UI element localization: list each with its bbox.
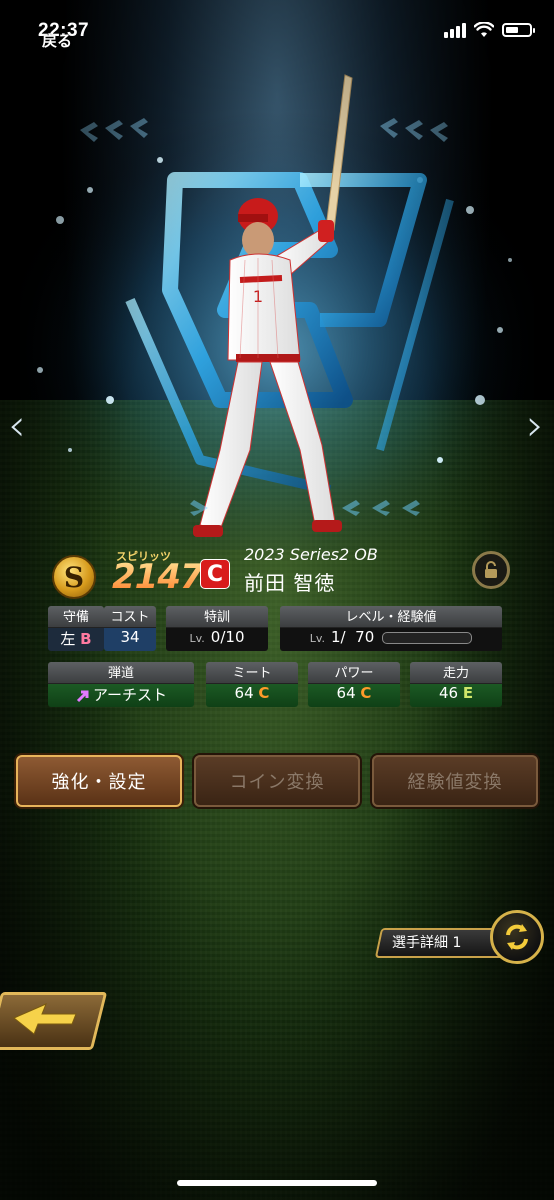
back-arrow-icon [13, 1003, 77, 1035]
back-label: 戻る [42, 32, 73, 50]
special-training-stat: 特訓 Lv. 0/10 [166, 606, 268, 651]
lock-toggle-button[interactable] [472, 551, 510, 589]
speed-label: 走力 [410, 662, 502, 684]
trajectory-label: 弾道 [48, 662, 194, 684]
trajectory-value: アーチスト [48, 684, 194, 707]
team-logo-icon: C [200, 559, 230, 589]
home-indicator[interactable] [177, 1180, 377, 1186]
exp-progress-bar [382, 631, 473, 644]
special-training-label: 特訓 [166, 606, 268, 628]
power-label: パワー [308, 662, 400, 684]
player-card-art: 1 [20, 74, 534, 550]
status-bar: 22:37 [0, 0, 554, 64]
wifi-icon [474, 22, 494, 37]
meet-label: ミート [206, 662, 298, 684]
cost-label: コスト [104, 606, 156, 628]
defense-value: 左 B [48, 628, 104, 651]
battery-icon [502, 23, 535, 37]
app-screen: 1 22:37 ‹ › S 2147 C 2023 Series2 OB 前田 … [0, 0, 554, 1200]
speed-stat: 走力 46 E [410, 662, 502, 707]
cellular-signal-icon [444, 22, 466, 38]
exp-exchange-button[interactable]: 経験値変換 [372, 755, 538, 807]
trajectory-stat: 弾道 アーチスト [48, 662, 194, 707]
status-icons [444, 22, 535, 38]
cost-stat: コスト 34 [104, 606, 156, 651]
refresh-cycle-icon [506, 924, 528, 950]
meet-value: 64 C [206, 684, 298, 707]
level-label: レベル・経験値 [280, 606, 502, 628]
power-value: 64 C [308, 684, 400, 707]
player-detail-switch-button[interactable] [490, 910, 544, 964]
level-value: Lv. 1/ 70 [280, 628, 502, 651]
enhance-settings-button[interactable]: 強化・設定 [16, 755, 182, 807]
spirits-s-icon: S [52, 555, 96, 599]
spirits-value: 2147 [112, 557, 204, 597]
defense-label: 守備 [48, 606, 104, 628]
speed-value: 46 E [410, 684, 502, 707]
next-player-arrow[interactable]: › [526, 400, 544, 451]
power-stat: パワー 64 C [308, 662, 400, 707]
arrow-up-right-icon [76, 690, 89, 702]
series-label: 2023 Series2 OB [244, 545, 378, 564]
meet-stat: ミート 64 C [206, 662, 298, 707]
prev-player-arrow[interactable]: ‹ [8, 400, 26, 451]
cost-value: 34 [104, 628, 156, 651]
level-stat: レベル・経験値 Lv. 1/ 70 [280, 606, 502, 651]
player-name: 前田 智徳 [244, 571, 336, 595]
special-training-value: Lv. 0/10 [166, 628, 268, 651]
coin-exchange-button[interactable]: コイン変換 [194, 755, 360, 807]
defense-stat: 守備 左 B [48, 606, 104, 651]
padlock-icon [485, 561, 497, 578]
